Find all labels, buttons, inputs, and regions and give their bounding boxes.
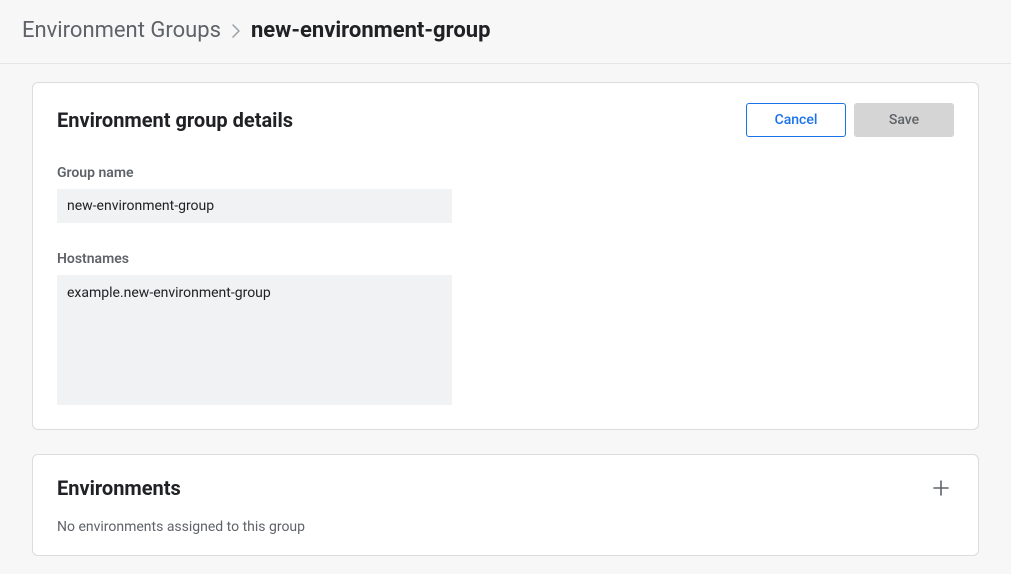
hostnames-field: Hostnames example.new-environment-group — [57, 251, 954, 409]
group-name-input[interactable] — [57, 189, 452, 223]
add-environment-button[interactable] — [928, 475, 954, 501]
breadcrumb-root[interactable]: Environment Groups — [22, 18, 221, 43]
environments-empty-message: No environments assigned to this group — [57, 519, 954, 535]
hostnames-label: Hostnames — [57, 251, 954, 267]
chevron-right-icon — [231, 23, 241, 39]
plus-icon — [932, 479, 950, 497]
cancel-button[interactable]: Cancel — [746, 103, 846, 137]
hostnames-input[interactable]: example.new-environment-group — [57, 275, 452, 405]
details-actions: Cancel Save — [746, 103, 954, 137]
environments-card: Environments No environments assigned to… — [32, 454, 979, 556]
group-name-field: Group name — [57, 165, 954, 223]
breadcrumb-current: new-environment-group — [251, 18, 490, 43]
details-card-title: Environment group details — [57, 108, 293, 132]
save-button[interactable]: Save — [854, 103, 954, 137]
environments-card-title: Environments — [57, 476, 181, 500]
details-card: Environment group details Cancel Save Gr… — [32, 82, 979, 430]
breadcrumb: Environment Groups new-environment-group — [0, 0, 1011, 64]
group-name-label: Group name — [57, 165, 954, 181]
